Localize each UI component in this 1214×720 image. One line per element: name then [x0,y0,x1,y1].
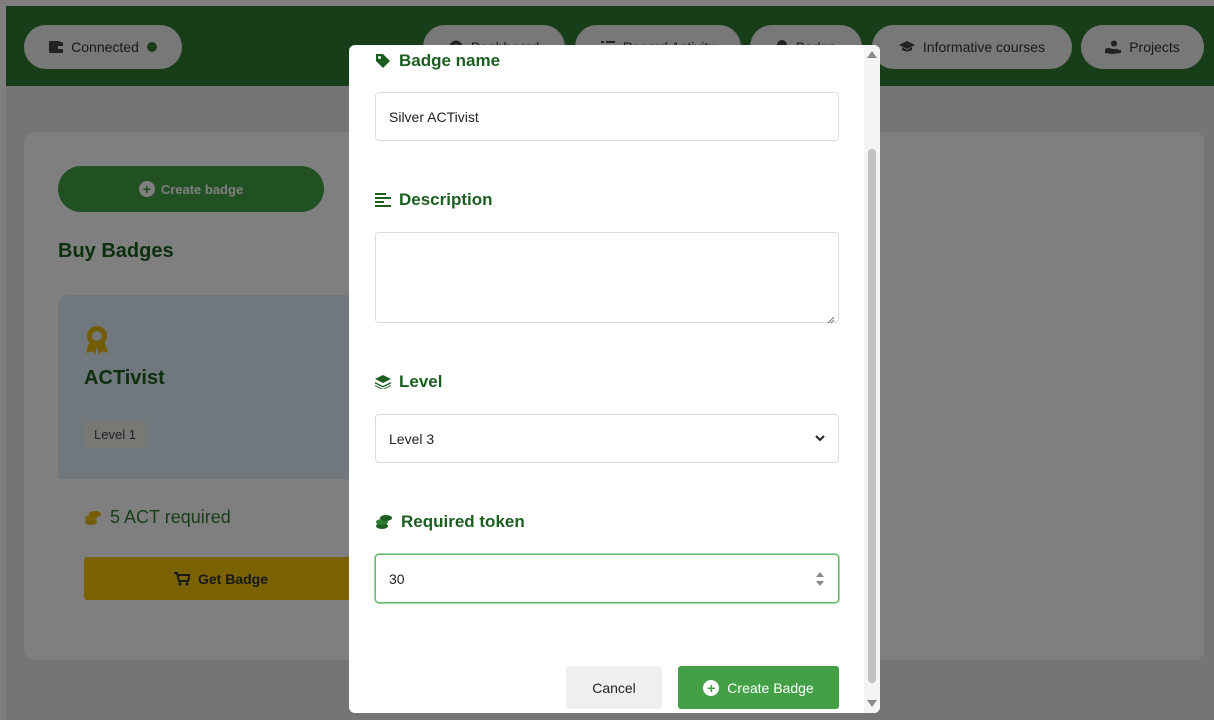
tag-icon [375,53,391,69]
badge-name-label: Badge name [375,51,500,71]
badge-name-label-text: Badge name [399,51,501,70]
description-textarea[interactable] [375,232,839,324]
required-token-label-text: Required token [401,512,525,531]
cancel-button[interactable]: Cancel [566,666,662,709]
level-selected-value: Level 3 [389,430,435,447]
chevron-down-icon [815,435,825,442]
description-label-text: Description [399,190,493,209]
scroll-up-arrow-icon[interactable] [867,51,877,58]
resize-grip-icon[interactable] [827,311,835,324]
required-token-value: 30 [389,570,405,587]
modal-scrollbar[interactable] [864,45,880,713]
number-spinner-icon[interactable] [815,571,825,587]
level-label: Level [375,372,442,392]
scroll-down-arrow-icon[interactable] [867,700,877,707]
align-left-icon [375,193,391,207]
create-badge-submit-label: Create Badge [727,679,814,696]
scrollbar-thumb[interactable] [868,149,876,683]
badge-name-value: Silver ACTivist [389,108,479,125]
required-token-label: Required token [375,512,525,532]
layers-icon [375,375,391,389]
plus-circle-icon: + [703,679,720,696]
coins-icon [375,514,393,530]
create-badge-modal: Badge name Silver ACTivist Description L… [349,45,880,713]
level-select[interactable]: Level 3 [375,414,839,463]
required-token-input[interactable]: 30 [375,554,839,603]
level-label-text: Level [399,372,443,391]
create-badge-submit-button[interactable]: + Create Badge [678,666,839,709]
description-label: Description [375,190,493,210]
badge-name-input[interactable]: Silver ACTivist [375,92,839,141]
